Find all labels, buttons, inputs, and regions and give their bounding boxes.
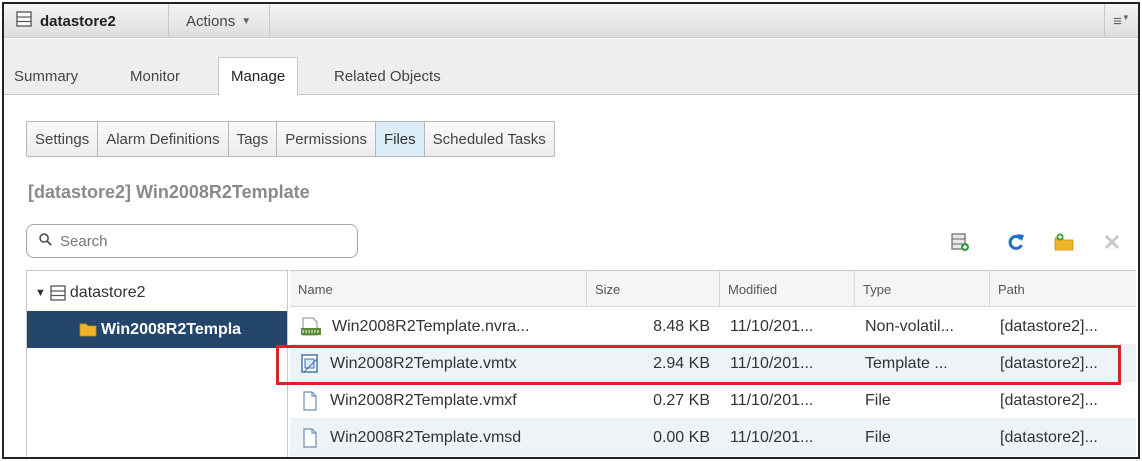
folder-path-heading: [datastore2] Win2008R2Template: [28, 182, 310, 202]
cell-path: [datastore2]...: [1000, 354, 1098, 372]
cell-size: 0.00 KB: [653, 428, 710, 446]
object-title: datastore2: [4, 4, 169, 38]
new-folder-icon[interactable]: [1052, 230, 1076, 254]
window-frame: datastore2 Actions ▼ ≡ ▼ Summary Monitor …: [2, 2, 1140, 459]
tree-item-template-folder[interactable]: Win2008R2Templa: [27, 311, 287, 348]
menu-icon: ≡: [1113, 12, 1122, 30]
table-row[interactable]: Win2008R2Template.nvra... 8.48 KB 11/10/…: [290, 308, 1136, 345]
cell-name: Win2008R2Template.vmsd: [290, 419, 587, 456]
register-vm-icon[interactable]: [948, 230, 972, 254]
tab-related-objects[interactable]: Related Objects: [334, 57, 441, 95]
search-box[interactable]: [26, 224, 358, 258]
actions-menu[interactable]: Actions ▼: [170, 4, 270, 38]
subtab-permissions[interactable]: Permissions: [277, 122, 376, 156]
view-menu-button[interactable]: ≡ ▼: [1104, 4, 1138, 38]
menu-caret-icon: ▼: [1121, 12, 1130, 22]
cell-type: File: [865, 428, 891, 446]
subtab-files[interactable]: Files: [375, 122, 425, 156]
column-header-modified[interactable]: Modified: [720, 271, 855, 307]
cell-size: 8.48 KB: [653, 317, 710, 335]
cell-path: [datastore2]...: [1000, 391, 1098, 409]
file-icon: [300, 427, 320, 448]
table-row[interactable]: Win2008R2Template.vmtx 2.94 KB 11/10/201…: [290, 345, 1136, 382]
tree-item-datastore2[interactable]: ▼ datastore2: [27, 274, 287, 311]
search-input[interactable]: [60, 232, 340, 250]
title-bar: datastore2 Actions ▼ ≡ ▼: [4, 4, 1138, 38]
folder-tree: ▼ datastore2 Win2008R2Templa: [26, 270, 288, 457]
refresh-icon[interactable]: [1004, 230, 1028, 254]
subtab-tags[interactable]: Tags: [229, 122, 278, 156]
folder-icon: [79, 322, 97, 337]
column-header-type[interactable]: Type: [855, 271, 990, 307]
delete-icon[interactable]: [1100, 230, 1124, 254]
sub-tab-bar: Settings Alarm Definitions Tags Permissi…: [26, 121, 555, 157]
cell-type: Non-volatil...: [865, 317, 954, 335]
column-header-size[interactable]: Size: [587, 271, 720, 307]
nvram-file-icon: [300, 317, 322, 337]
cell-modified: 11/10/201...: [730, 317, 814, 335]
datastore-icon: [16, 11, 32, 31]
table-row[interactable]: Win2008R2Template.vmsd 0.00 KB 11/10/201…: [290, 419, 1136, 456]
file-name: Win2008R2Template.nvra...: [332, 317, 530, 335]
tree-item-label: datastore2: [69, 283, 146, 301]
cell-modified: 11/10/201...: [730, 428, 814, 446]
main-tab-bar: Summary Monitor Manage Related Objects: [4, 39, 1138, 96]
file-name: Win2008R2Template.vmxf: [330, 391, 517, 409]
object-name: datastore2: [40, 12, 116, 30]
subtab-alarm-definitions[interactable]: Alarm Definitions: [98, 122, 229, 156]
file-name: Win2008R2Template.vmtx: [330, 354, 517, 372]
tab-manage[interactable]: Manage: [218, 57, 299, 96]
template-file-icon: [300, 353, 320, 374]
cell-size: 0.27 KB: [653, 391, 710, 409]
actions-label: Actions: [186, 12, 236, 30]
file-name: Win2008R2Template.vmsd: [330, 428, 522, 446]
search-icon: [39, 232, 52, 250]
tab-monitor[interactable]: Monitor: [130, 57, 180, 95]
chevron-down-icon: ▼: [241, 15, 252, 27]
cell-type: File: [865, 391, 891, 409]
expand-arrow-icon[interactable]: ▼: [35, 287, 46, 299]
subtab-settings[interactable]: Settings: [27, 122, 99, 156]
cell-name: Win2008R2Template.vmtx: [290, 345, 587, 382]
cell-modified: 11/10/201...: [730, 354, 814, 372]
table-header: Name Size Modified Type Path: [290, 271, 1136, 307]
cell-type: Template ...: [865, 354, 948, 372]
column-header-name[interactable]: Name: [290, 271, 587, 307]
file-icon: [300, 390, 320, 411]
cell-path: [datastore2]...: [1000, 317, 1098, 335]
tree-item-label: Win2008R2Templa: [101, 320, 242, 338]
cell-size: 2.94 KB: [653, 354, 710, 372]
files-table: Name Size Modified Type Path Win2008R2Te…: [290, 270, 1136, 457]
cell-path: [datastore2]...: [1000, 428, 1098, 446]
cell-name: Win2008R2Template.vmxf: [290, 382, 587, 419]
subtab-scheduled-tasks[interactable]: Scheduled Tasks: [425, 122, 554, 156]
tab-summary[interactable]: Summary: [14, 57, 78, 95]
column-header-path[interactable]: Path: [990, 271, 1136, 307]
datastore-icon: [50, 284, 66, 301]
table-row[interactable]: Win2008R2Template.vmxf 0.27 KB 11/10/201…: [290, 382, 1136, 419]
cell-name: Win2008R2Template.nvra...: [290, 308, 587, 345]
cell-modified: 11/10/201...: [730, 391, 814, 409]
